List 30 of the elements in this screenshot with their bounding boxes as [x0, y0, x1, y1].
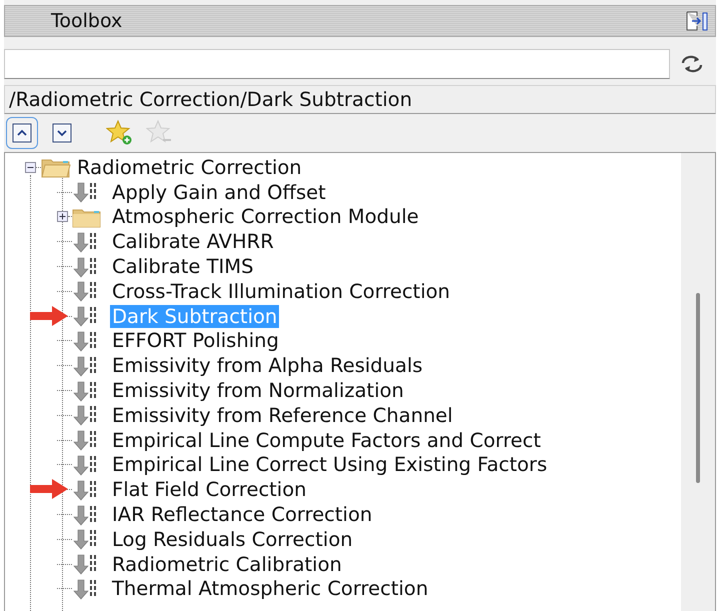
tree-item[interactable]: Apply Gain and Offset — [110, 180, 328, 204]
expand-icon[interactable] — [57, 211, 68, 222]
dock-icon[interactable] — [685, 10, 709, 32]
path-field: /Radiometric Correction/Dark Subtraction — [4, 85, 716, 114]
tree-item[interactable]: Cross-Track Illumination Correction — [110, 280, 452, 303]
scrollbar[interactable] — [681, 153, 715, 611]
tree-item[interactable]: Empirical Line Correct Using Existing Factors — [110, 453, 550, 476]
tree-item[interactable]: Emissivity from Reference Channel — [110, 404, 455, 427]
tree-item[interactable]: Calibrate TIMS — [110, 255, 256, 278]
search-field[interactable] — [4, 49, 670, 79]
tree-item[interactable]: EFFORT Polishing — [110, 329, 281, 352]
tree-item[interactable]: Radiometric Calibration — [110, 552, 344, 576]
tree-item[interactable]: IAR Reflectance Correction — [110, 503, 374, 526]
collapse-icon[interactable] — [25, 162, 36, 173]
star-plus-icon — [106, 119, 134, 147]
tree-item[interactable]: Emissivity from Normalization — [110, 379, 406, 402]
caret-down-icon — [52, 123, 72, 143]
caret-up-icon — [12, 123, 32, 143]
toolbar-button[interactable] — [6, 117, 38, 149]
tree-item[interactable]: Calibrate AVHRR — [110, 230, 276, 254]
tree-item[interactable]: Log Residuals Correction — [110, 528, 355, 551]
tree-item[interactable]: Flat Field Correction — [110, 478, 309, 502]
tree-item[interactable]: Thermal Atmospheric Correction — [110, 577, 430, 600]
tree-item[interactable]: Emissivity from Alpha Residuals — [110, 354, 425, 378]
tree-item[interactable]: Radiometric Correction — [75, 156, 304, 179]
tree-item[interactable]: Empirical Line Compute Factors and Correct — [110, 428, 543, 452]
refresh-icon[interactable] — [680, 54, 704, 74]
tree-item[interactable]: Atmospheric Correction Module — [110, 205, 421, 228]
scrollbar-thumb[interactable] — [696, 293, 700, 483]
panel-title: Toolbox — [51, 10, 122, 32]
